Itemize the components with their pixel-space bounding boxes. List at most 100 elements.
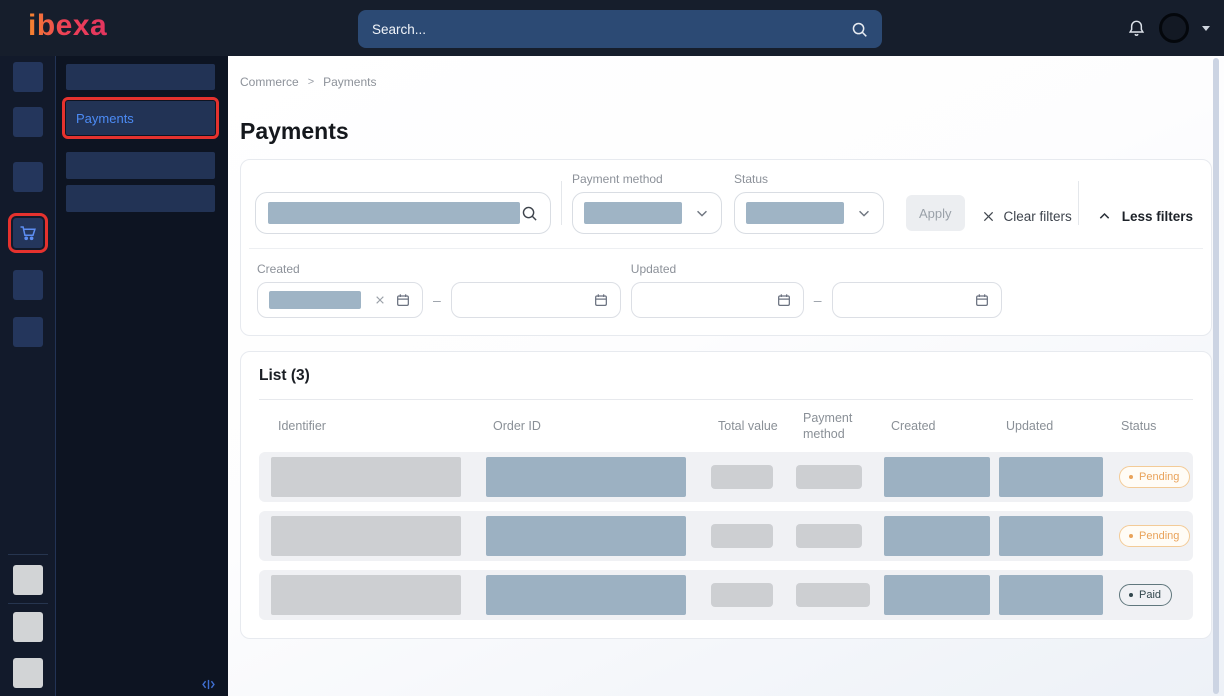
redacted-identifier [271, 516, 461, 556]
sidenav-item-1[interactable] [66, 64, 215, 90]
x-icon [981, 209, 996, 224]
search-icon [851, 21, 868, 38]
redacted-order-id [486, 457, 686, 497]
calendar-icon[interactable] [974, 292, 990, 308]
vertical-divider [1078, 181, 1079, 225]
redacted-order-id [486, 516, 686, 556]
list-title: List (3) [259, 367, 1193, 385]
ibexa-logo[interactable]: ibexa [28, 9, 107, 43]
commerce-sidenav: Payments [56, 56, 228, 696]
col-identifier: Identifier [271, 418, 486, 434]
range-dash: – [433, 292, 441, 308]
rail-divider [8, 554, 48, 555]
range-dash: – [814, 292, 822, 308]
rail-item-5[interactable] [13, 270, 43, 300]
caret-down-icon[interactable] [1202, 26, 1210, 31]
topbar-right [1127, 0, 1210, 56]
redacted-total-value [711, 524, 773, 548]
global-search-placeholder: Search... [372, 22, 851, 37]
page-title: Payments [240, 118, 1212, 145]
redacted-updated [999, 575, 1103, 615]
col-total-value: Total value [711, 418, 796, 434]
rail-item-2[interactable] [13, 107, 43, 137]
created-to-input[interactable] [451, 282, 621, 318]
status-badge: Pending [1119, 466, 1190, 488]
sidenav-item-4[interactable] [66, 185, 215, 212]
clear-filters-button[interactable]: Clear filters [981, 209, 1072, 224]
filters-row-2: Created – [241, 249, 1211, 335]
chevron-up-icon [1097, 209, 1112, 224]
collapse-icon [201, 677, 216, 692]
updated-from-input[interactable] [631, 282, 804, 318]
user-avatar[interactable] [1159, 13, 1189, 43]
rail-bottom-item-2[interactable] [13, 612, 43, 642]
redacted-total-value [711, 465, 773, 489]
col-order-id: Order ID [486, 418, 711, 434]
status-select[interactable] [734, 192, 884, 234]
created-label: Created [257, 262, 621, 276]
main-content: Commerce > Payments Payments Payment [228, 56, 1224, 696]
created-from-input[interactable] [257, 282, 423, 318]
less-filters-button[interactable]: Less filters [1097, 209, 1193, 224]
table-row[interactable]: Pending [259, 452, 1193, 502]
rail-bottom-item-1[interactable] [13, 565, 43, 595]
rail-bottom-item-3[interactable] [13, 658, 43, 688]
redacted-select-value [746, 202, 844, 224]
redacted-created [884, 575, 990, 615]
col-payment-method: Payment method [796, 410, 884, 443]
app-window: ibexa Search... [0, 0, 1224, 696]
table-row[interactable]: Paid [259, 570, 1193, 620]
updated-label: Updated [631, 262, 1002, 276]
sidenav-payments-label: Payments [76, 111, 134, 126]
redacted-total-value [711, 583, 773, 607]
breadcrumb-commerce[interactable]: Commerce [240, 75, 299, 89]
rail-item-commerce[interactable] [13, 218, 43, 248]
breadcrumb-payments: Payments [323, 75, 376, 89]
sidenav-collapse-button[interactable] [201, 677, 216, 692]
calendar-icon[interactable] [395, 292, 411, 308]
calendar-icon[interactable] [776, 292, 792, 308]
rail-bottom-group [0, 554, 55, 696]
filter-search-input[interactable] [255, 192, 551, 234]
col-status: Status [1114, 418, 1193, 434]
chevron-down-icon [856, 205, 872, 221]
notifications-button[interactable] [1127, 19, 1146, 38]
table-header: Identifier Order ID Total value Payment … [259, 400, 1193, 452]
redacted-order-id [486, 575, 686, 615]
redacted-updated [999, 457, 1103, 497]
redacted-payment-method [796, 524, 862, 548]
created-range-group: Created – [257, 262, 621, 318]
clear-filters-label: Clear filters [1004, 209, 1072, 224]
payments-list-panel: List (3) Identifier Order ID Total value… [240, 351, 1212, 639]
breadcrumb: Commerce > Payments [240, 75, 1212, 89]
redacted-identifier [271, 575, 461, 615]
table-row[interactable]: Pending [259, 511, 1193, 561]
redacted-search-value [268, 202, 520, 224]
sidenav-item-3[interactable] [66, 152, 215, 179]
chevron-down-icon [694, 205, 710, 221]
col-updated: Updated [999, 418, 1114, 434]
redacted-updated [999, 516, 1103, 556]
filters-row-1: Payment method Status [241, 160, 1211, 248]
app-body: Payments Commerce > Payments Payments [0, 56, 1224, 696]
redacted-select-value [584, 202, 682, 224]
sidenav-item-payments[interactable]: Payments [66, 101, 215, 135]
global-search-input[interactable]: Search... [358, 10, 882, 48]
calendar-icon[interactable] [593, 292, 609, 308]
redacted-created [884, 516, 990, 556]
rail-item-6[interactable] [13, 317, 43, 347]
bell-icon [1127, 19, 1146, 38]
rail-divider [8, 603, 48, 604]
updated-to-input[interactable] [832, 282, 1002, 318]
rail-item-3[interactable] [13, 162, 43, 192]
cart-icon [18, 223, 38, 243]
payment-method-select[interactable] [572, 192, 722, 234]
status-field: Status [734, 172, 884, 234]
apply-button[interactable]: Apply [906, 195, 965, 231]
redacted-payment-method [796, 583, 870, 607]
icon-rail [0, 56, 56, 696]
scrollbar[interactable] [1213, 58, 1219, 694]
rail-item-1[interactable] [13, 62, 43, 92]
clear-date-icon[interactable] [374, 294, 386, 306]
less-filters-label: Less filters [1122, 209, 1193, 224]
